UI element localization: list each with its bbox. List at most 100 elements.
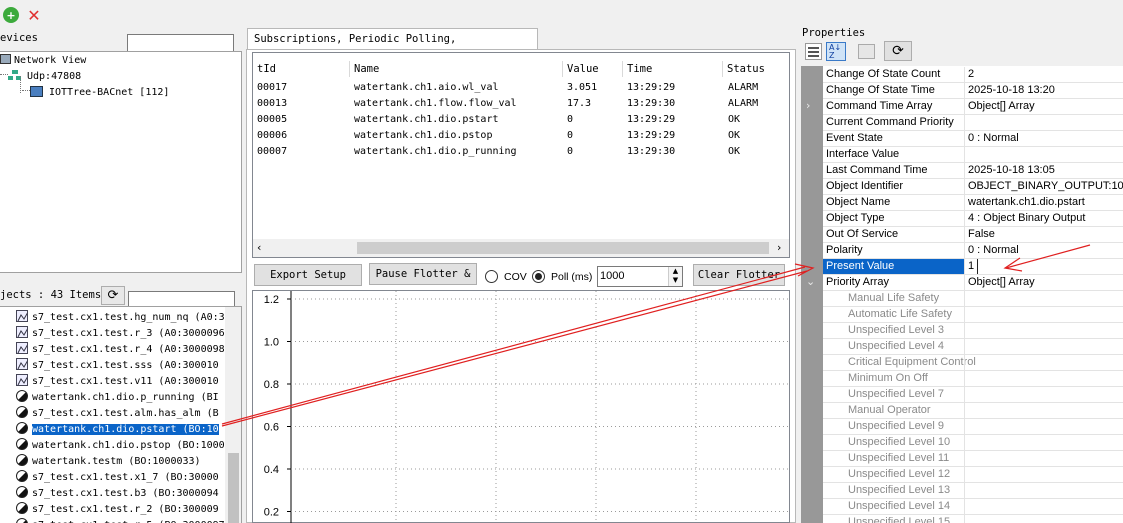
object-list-item[interactable]: watertank.ch1.dio.pstop (BO:1000 bbox=[0, 438, 225, 454]
property-row[interactable]: Unspecified Level 13 bbox=[823, 483, 1123, 499]
property-row[interactable]: Unspecified Level 11 bbox=[823, 451, 1123, 467]
object-list-item[interactable]: watertank.testm (BO:1000033) bbox=[0, 454, 225, 470]
x-icon[interactable]: ✕ bbox=[26, 6, 42, 25]
object-list-item[interactable]: s7_test.cx1.test.r_4 (A0:3000098 bbox=[0, 342, 225, 358]
col-header-name[interactable]: Name bbox=[350, 61, 563, 77]
property-name: Event State bbox=[826, 132, 883, 144]
poll-interval-input[interactable]: 1000 ▲ ▼ bbox=[597, 266, 683, 287]
property-row[interactable]: Out Of Service False bbox=[823, 227, 1123, 243]
scroll-left-icon[interactable]: ‹ bbox=[257, 241, 261, 254]
object-list-item[interactable]: s7_test.cx1.test.r_2 (BO:300009 bbox=[0, 502, 225, 518]
object-label: s7_test.cx1.test.alm.has_alm (B bbox=[32, 408, 219, 419]
property-row[interactable]: Present Value 1 bbox=[823, 259, 1123, 275]
scroll-right-icon[interactable]: › bbox=[777, 241, 781, 254]
sort-alphabetical-icon[interactable]: A↓ Z bbox=[826, 42, 846, 61]
property-row[interactable]: Unspecified Level 12 bbox=[823, 467, 1123, 483]
property-row[interactable]: Unspecified Level 7 bbox=[823, 387, 1123, 403]
subscription-cell: 00013 bbox=[257, 98, 288, 109]
object-list-item[interactable]: s7_test.cx1.test.b3 (BO:3000094 bbox=[0, 486, 225, 502]
object-label: s7_test.cx1.test.v11 (A0:300010 bbox=[32, 376, 219, 387]
property-row[interactable]: Automatic Life Safety bbox=[823, 307, 1123, 323]
cov-radio[interactable] bbox=[485, 270, 498, 283]
analog-object-icon bbox=[16, 374, 28, 386]
property-row[interactable]: Polarity 0 : Normal bbox=[823, 243, 1123, 259]
present-value-input[interactable]: 1 bbox=[968, 259, 978, 274]
property-row[interactable]: Object Name watertank.ch1.dio.pstart bbox=[823, 195, 1123, 211]
hscrollbar-thumb[interactable] bbox=[357, 242, 769, 254]
property-row[interactable]: Object Identifier OBJECT_BINARY_OUTPUT:10 bbox=[823, 179, 1123, 195]
collapse-chevron-icon[interactable]: ⌄ bbox=[806, 275, 815, 288]
object-list: s7_test.cx1.test.hg_num_nq (A0:300 s7_tes… bbox=[0, 306, 242, 523]
property-row[interactable]: Unspecified Level 15 bbox=[823, 515, 1123, 523]
scrollbar-thumb[interactable] bbox=[228, 453, 239, 523]
poll-spinner[interactable]: ▲ ▼ bbox=[668, 267, 682, 286]
property-row[interactable]: Manual Operator bbox=[823, 403, 1123, 419]
object-list-item[interactable]: s7_test.cx1.test.hg_num_nq (A0:300 bbox=[0, 310, 225, 326]
property-row[interactable]: Unspecified Level 9 bbox=[823, 419, 1123, 435]
object-list-item[interactable]: watertank.ch1.dio.p_running (BI bbox=[0, 390, 225, 406]
property-row[interactable]: Interface Value bbox=[823, 147, 1123, 163]
property-value: 0 : Normal bbox=[968, 244, 1019, 256]
subscription-cell: watertank.ch1.flow.flow_val bbox=[354, 98, 517, 109]
plotter-svg: 1.2 1.0 0.8 0.6 0.4 0.2 bbox=[264, 291, 789, 523]
plus-icon[interactable]: + bbox=[3, 7, 19, 23]
analog-object-icon bbox=[16, 326, 28, 338]
object-list-item[interactable]: s7_test.cx1.test.r_3 (A0:3000096 bbox=[0, 326, 225, 342]
expand-chevron-icon[interactable]: › bbox=[806, 99, 810, 112]
property-value: OBJECT_BINARY_OUTPUT:10 bbox=[968, 180, 1123, 192]
property-value: 2 bbox=[968, 68, 975, 80]
refresh-properties-button[interactable]: ⟳ bbox=[884, 41, 912, 61]
categorized-icon[interactable] bbox=[805, 43, 822, 60]
binary-object-icon bbox=[16, 390, 28, 402]
object-list-item[interactable]: s7_test.cx1.test.sss (A0:300010 bbox=[0, 358, 225, 374]
property-row[interactable]: Command Time Array Object[] Array bbox=[823, 99, 1123, 115]
subscription-cell: watertank.ch1.dio.pstart bbox=[354, 114, 499, 125]
property-row[interactable]: Priority Array Object[] Array bbox=[823, 275, 1123, 291]
col-header-status[interactable]: Status bbox=[723, 61, 789, 77]
tab-subscriptions[interactable]: Subscriptions, Periodic Polling, Events/… bbox=[247, 28, 538, 65]
property-grid: Change Of State Count 2 Change Of State Ti… bbox=[801, 66, 1123, 523]
col-header-time[interactable]: Time bbox=[623, 61, 723, 77]
object-list-item[interactable]: watertank.ch1.dio.pstart (BO:10 bbox=[0, 422, 225, 438]
property-row[interactable]: Event State 0 : Normal bbox=[823, 131, 1123, 147]
property-row[interactable]: Unspecified Level 10 bbox=[823, 435, 1123, 451]
property-row[interactable]: Minimum On Off bbox=[823, 371, 1123, 387]
subscriptions-hscrollbar[interactable]: ‹ › bbox=[253, 239, 789, 257]
property-row[interactable]: Change Of State Count 2 bbox=[823, 67, 1123, 83]
property-row[interactable]: Unspecified Level 3 bbox=[823, 323, 1123, 339]
object-list-item[interactable]: s7_test.cx1.test.r_5 (BO:3000097 bbox=[0, 518, 225, 523]
object-list-item[interactable]: s7_test.cx1.test.alm.has_alm (B bbox=[0, 406, 225, 422]
poll-radio[interactable] bbox=[532, 270, 545, 283]
col-header-value[interactable]: Value bbox=[563, 61, 623, 77]
subscription-cell: OK bbox=[728, 114, 741, 125]
y-tick-label: 0.8 bbox=[264, 379, 279, 391]
property-row[interactable]: Manual Life Safety bbox=[823, 291, 1123, 307]
object-list-item[interactable]: s7_test.cx1.test.v11 (A0:300010 bbox=[0, 374, 225, 390]
pause-plotter-button[interactable]: Pause Flotter & bbox=[369, 263, 477, 285]
object-list-item[interactable]: s7_test.cx1.test.x1_7 (BO:30000 bbox=[0, 470, 225, 486]
object-list-scrollbar[interactable] bbox=[225, 307, 241, 523]
export-setup-button[interactable]: Export Setup bbox=[254, 264, 362, 286]
binary-object-icon bbox=[16, 406, 28, 418]
property-row[interactable]: Object Type 4 : Object Binary Output bbox=[823, 211, 1123, 227]
subscription-cell: 00017 bbox=[257, 82, 288, 93]
property-row[interactable]: Current Command Priority bbox=[823, 115, 1123, 131]
tree-item-iottree-bacnet[interactable]: IOTTree-BACnet [112] bbox=[22, 85, 169, 101]
y-tick-label: 1.0 bbox=[264, 337, 279, 349]
clear-plotter-button[interactable]: Clear Flotter bbox=[693, 264, 785, 286]
property-row[interactable]: Critical Equipment Control bbox=[823, 355, 1123, 371]
property-pages-icon[interactable] bbox=[858, 44, 875, 59]
object-label: watertank.testm (BO:1000033) bbox=[32, 456, 201, 467]
binary-object-icon bbox=[16, 470, 28, 482]
tree-item-udp[interactable]: Udp:47808 bbox=[0, 69, 81, 85]
col-header-tid[interactable]: tId bbox=[253, 61, 350, 77]
tree-item-network-view[interactable]: Network View bbox=[0, 53, 86, 69]
property-row[interactable]: Unspecified Level 4 bbox=[823, 339, 1123, 355]
subscription-cell: 00006 bbox=[257, 130, 288, 141]
property-row[interactable]: Last Command Time 2025-10-18 13:05 bbox=[823, 163, 1123, 179]
property-value: 0 : Normal bbox=[968, 132, 1019, 144]
refresh-objects-button[interactable]: ⟳ bbox=[101, 286, 125, 305]
property-row[interactable]: Unspecified Level 14 bbox=[823, 499, 1123, 515]
property-row[interactable]: Change Of State Time 2025-10-18 13:20 bbox=[823, 83, 1123, 99]
y-tick-label: 0.2 bbox=[264, 507, 279, 519]
